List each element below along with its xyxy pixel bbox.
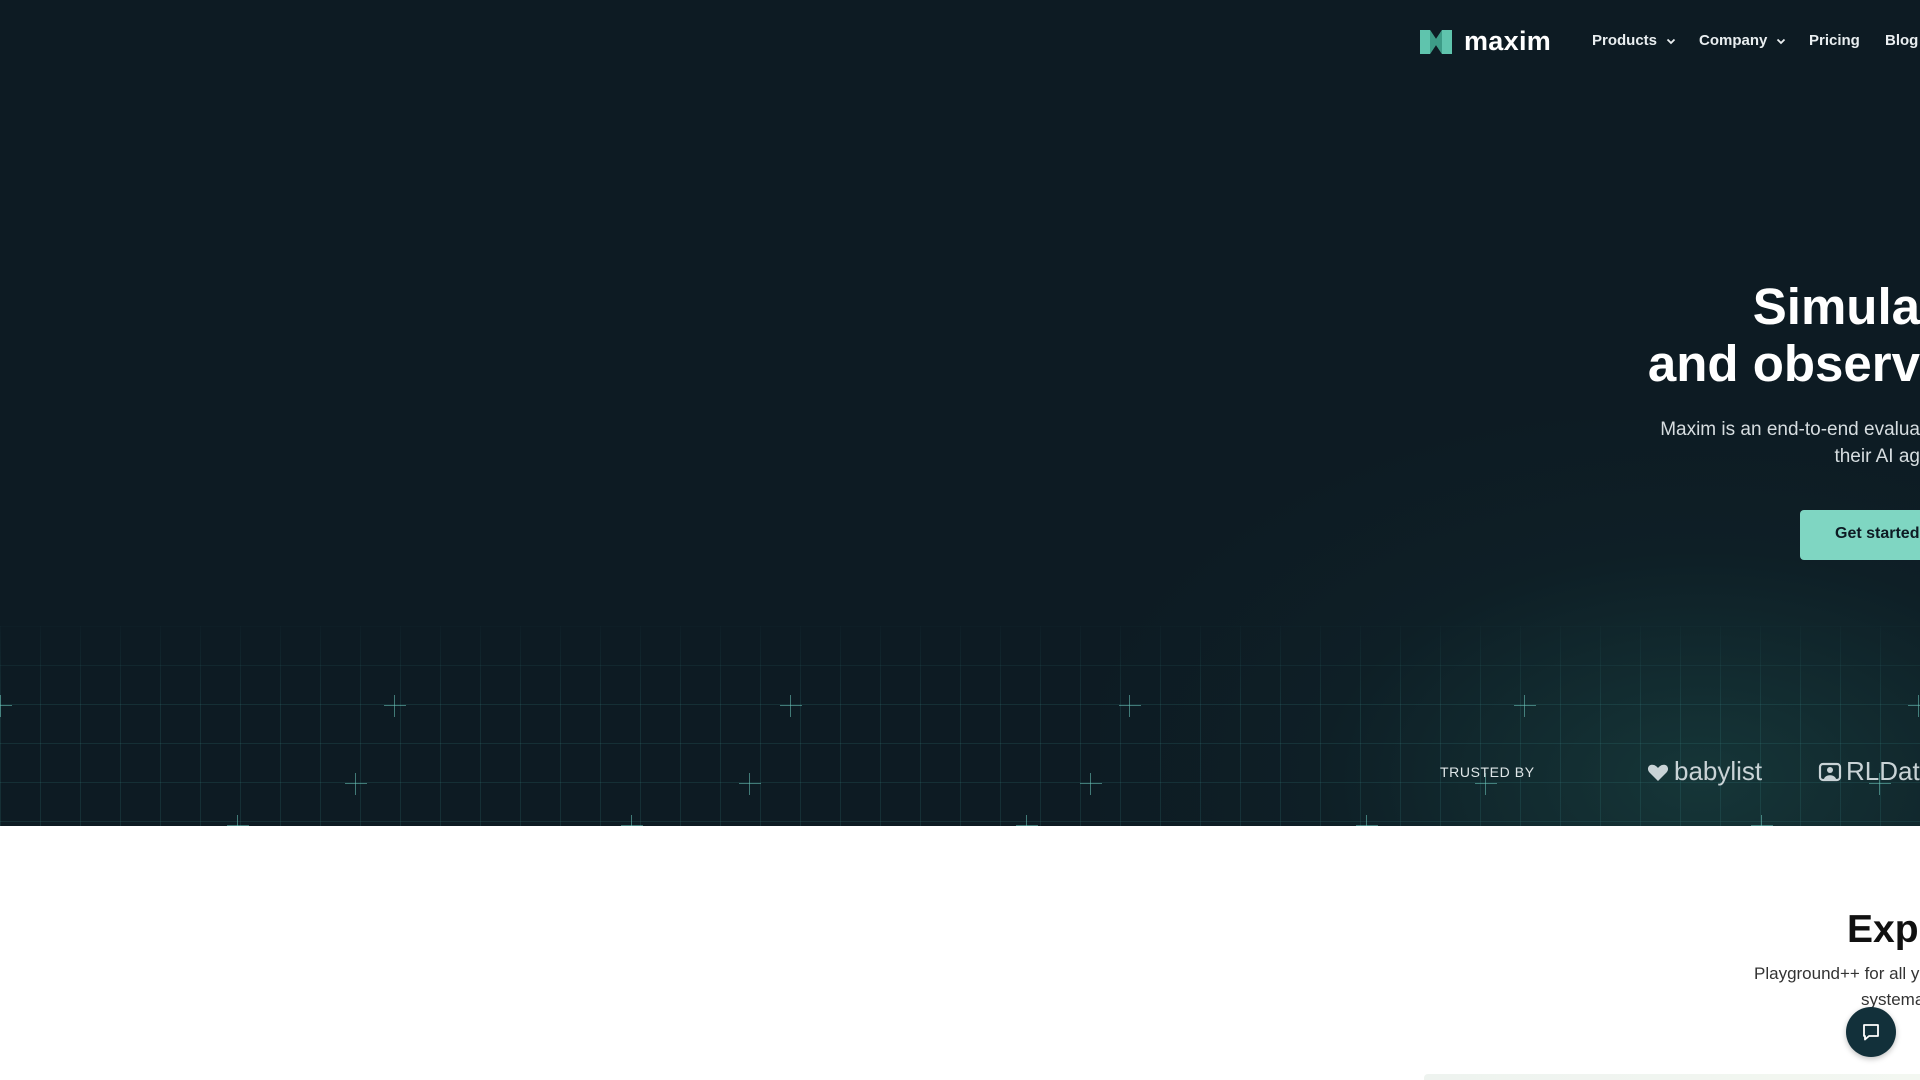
rldatix-icon [1818, 762, 1842, 781]
chevron-down-icon [1777, 38, 1786, 44]
grid-cross-icon [0, 695, 12, 717]
nav-blog-label: Blog [1885, 32, 1919, 49]
chat-bubble-icon [1863, 1024, 1879, 1041]
grid-cross-icon [780, 695, 802, 717]
top-nav: maxim Products Company Pricing Blog [0, 0, 1920, 80]
nav-products-label: Products [1592, 32, 1658, 49]
grid-cross-icon [1356, 815, 1378, 826]
grid-cross-icon [227, 815, 249, 826]
grid-cross-icon [1908, 695, 1920, 717]
nav-company[interactable]: Company [1699, 32, 1787, 49]
grid-cross-icon [384, 695, 406, 717]
grid-cross-icon [1080, 773, 1102, 795]
grid-cross-icon [1514, 695, 1536, 717]
nav-blog[interactable]: Blog [1885, 32, 1918, 49]
maxim-logo-icon [1420, 29, 1452, 54]
section-title: Expe [1847, 908, 1920, 951]
chat-widget-button[interactable] [1846, 1007, 1896, 1057]
brand-logo-rldatix: RLDat [1818, 756, 1920, 787]
section-subtitle-line1: Playground++ for all y [1754, 964, 1920, 983]
hero-section: maxim Products Company Pricing Blog Simu… [0, 0, 1920, 826]
grid-cross-icon [345, 773, 367, 795]
hero-headline-line1: Simula [1752, 278, 1920, 335]
hero-headline-line2: and observ [1647, 335, 1920, 392]
nav-pricing[interactable]: Pricing [1809, 32, 1860, 49]
background-grid [0, 626, 1920, 826]
hero-subtitle-line2: their AI ag [1834, 446, 1920, 467]
hero-headline: Simula and observ [1648, 278, 1920, 392]
logo[interactable]: maxim [1418, 26, 1551, 57]
hero-subtitle-line1: Maxim is an end-to-end evalua [1660, 419, 1920, 440]
grid-cross-icon [1016, 815, 1038, 826]
nav-company-label: Company [1699, 32, 1768, 49]
nav-products[interactable]: Products [1592, 32, 1677, 49]
logo-text: maxim [1464, 26, 1552, 56]
get-started-button[interactable]: Get started [1800, 510, 1920, 560]
grid-cross-icon [621, 815, 643, 826]
brand-rldatix-text: RLDat [1846, 756, 1920, 786]
heart-icon [1647, 764, 1669, 781]
feature-card-edge [1424, 1074, 1920, 1080]
features-section [0, 826, 1920, 1080]
grid-cross-icon [1751, 815, 1773, 826]
brand-babylist-text: babylist [1674, 756, 1763, 786]
chevron-down-icon [1666, 38, 1676, 44]
hero-subtitle: Maxim is an end-to-end evalua their AI a… [1660, 416, 1920, 470]
grid-cross-icon [1119, 695, 1141, 717]
trusted-by-label: TRUSTED BY [1440, 764, 1535, 780]
brand-logo-babylist: babylist [1646, 756, 1762, 787]
grid-cross-icon [739, 773, 761, 795]
nav-pricing-label: Pricing [1809, 32, 1860, 49]
